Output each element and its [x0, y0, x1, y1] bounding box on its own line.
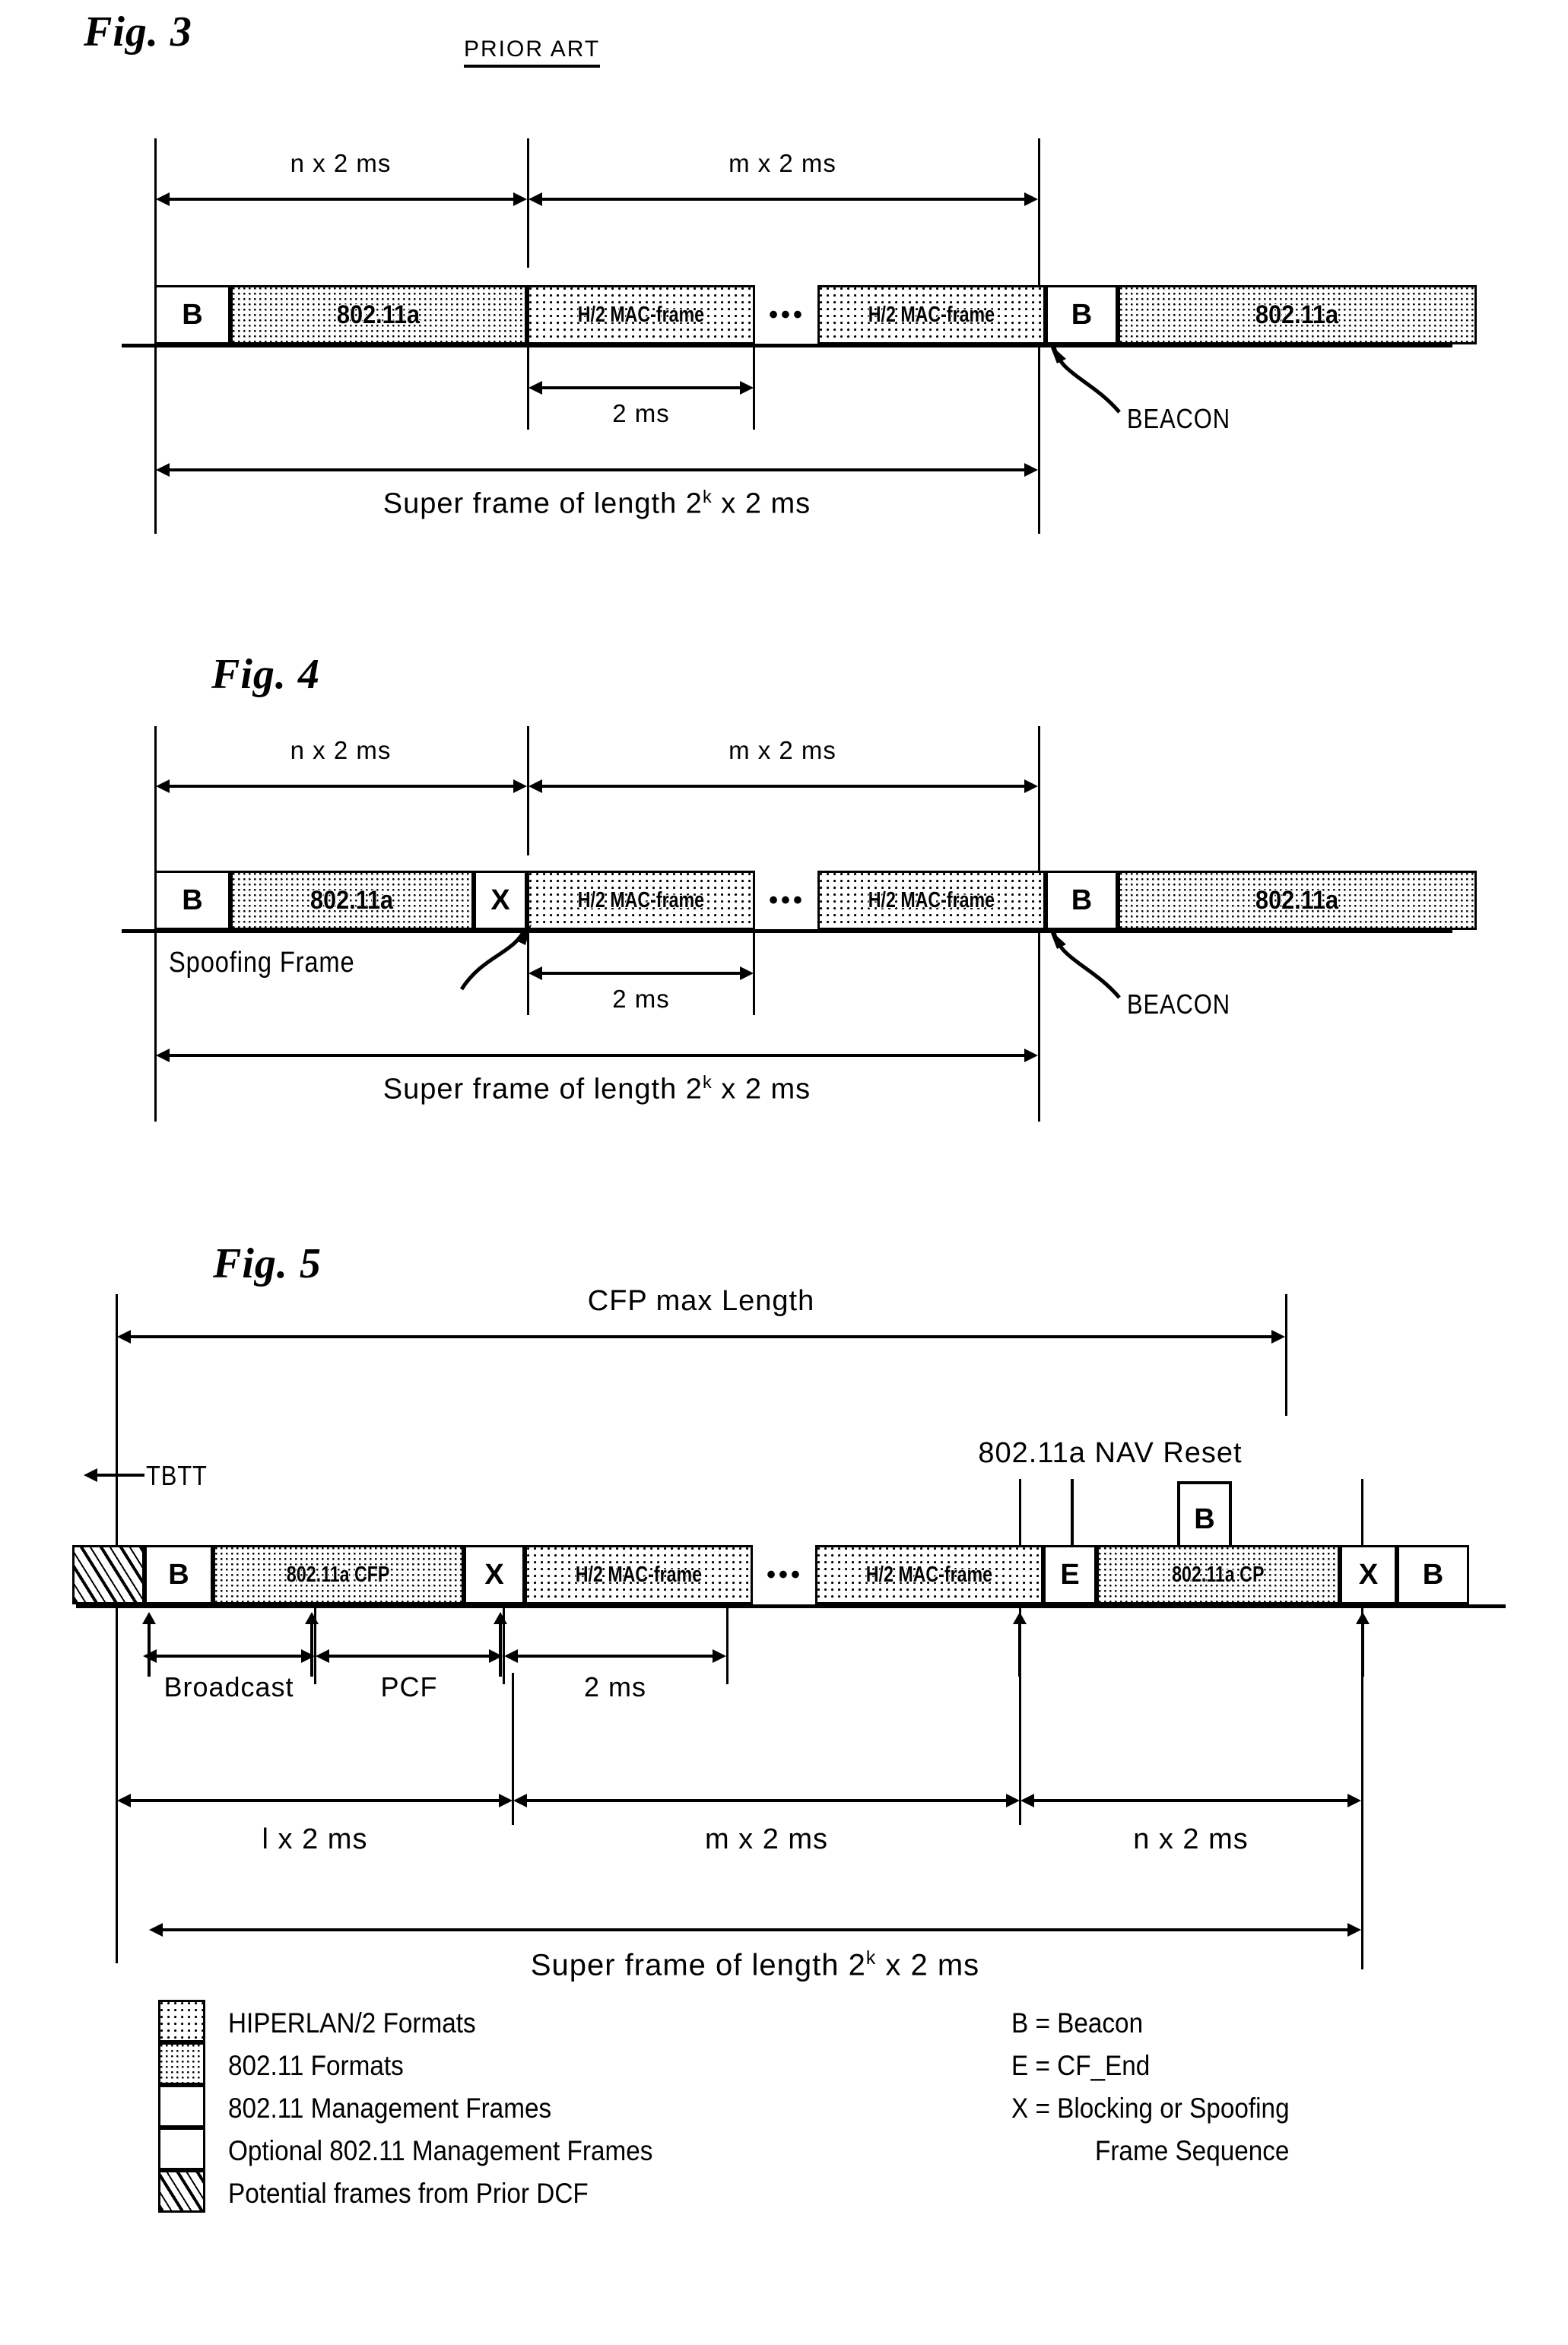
legend-abbrev-beacon: B = Beacon — [1011, 2007, 1144, 2039]
fig5-cfp-label: CFP max Length — [587, 1285, 815, 1317]
legend-label-mgmt-frames: 802.11 Management Frames — [228, 2093, 552, 2124]
fig3-slot-label: 2 ms — [612, 399, 670, 427]
fig4-frame-row: B 802.11a X H/2 MAC-frame ••• H/2 MAC-fr… — [154, 871, 1478, 930]
fig4-superframe-arrow — [156, 1048, 1038, 1063]
legend-swatch-mgmt-frames — [158, 2085, 205, 2128]
fig3-dim-label-n: n x 2 ms — [290, 149, 392, 177]
fig5-title: Fig. 5 — [213, 1240, 322, 1287]
fig5-dim-label-l: l x 2 ms — [262, 1823, 368, 1855]
fig5-guide-slot-end — [726, 1608, 728, 1684]
legend-label-hiperlan2: HIPERLAN/2 Formats — [228, 2007, 476, 2039]
fig3-superframe-label: Super frame of length 2k x 2 ms — [382, 487, 811, 520]
legend-swatch-prior-dcf — [158, 2170, 205, 2213]
fig4-title: Fig. 4 — [211, 651, 320, 698]
fig5-block-prior-dcf[interactable] — [72, 1545, 144, 1604]
fig5-slot-label: 2 ms — [583, 1671, 646, 1702]
fig4-beacon-callout: BEACON — [1127, 988, 1230, 1020]
fig4-block-h2-mac-frame-1[interactable]: H/2 MAC-frame — [527, 871, 755, 930]
fig5-timeline-axis — [76, 1604, 1506, 1608]
fig5-dim-arrow-n — [1020, 1793, 1361, 1808]
fig5-slot-arrow — [504, 1648, 726, 1664]
fig4-superframe-label: Super frame of length 2k x 2 ms — [382, 1072, 811, 1106]
fig5-tick-broadcast-end — [304, 1612, 319, 1677]
legend-label-optional-mgmt-frames: Optional 802.11 Management Frames — [228, 2135, 653, 2166]
legend-swatch-80211-formats — [158, 2042, 205, 2085]
fig4-spoofing-leader-line — [459, 924, 532, 991]
fig3-superframe-arrow — [156, 462, 1038, 478]
fig4-block-h2-mac-frame-2[interactable]: H/2 MAC-frame — [817, 871, 1046, 930]
legend-abbrev-blocking-spoofing: X = Blocking or Spoofing — [1011, 2093, 1290, 2124]
fig4-dim-arrow-n — [156, 779, 527, 794]
fig5-block-80211a-cp[interactable]: 802.11a CP — [1097, 1545, 1340, 1604]
fig4-dim-label-m: m x 2 ms — [728, 736, 836, 764]
legend-label-80211-formats: 802.11 Formats — [228, 2050, 404, 2081]
fig4-slot-label: 2 ms — [612, 985, 670, 1013]
fig3-title: Fig. 3 — [84, 8, 192, 56]
legend-label-prior-dcf: Potential frames from Prior DCF — [228, 2178, 589, 2209]
fig4-block-80211a-1[interactable]: 802.11a — [230, 871, 474, 930]
fig4-spoofing-frame-label: Spoofing Frame — [169, 947, 355, 979]
fig5-guide-n-end — [1361, 1772, 1363, 1969]
fig5-pcf-label: PCF — [380, 1671, 438, 1702]
patent-figure-sheet: Fig. 3 PRIOR ART n x 2 ms m x 2 ms B 802… — [0, 0, 1568, 2345]
fig3-block-80211a-1[interactable]: 802.11a — [230, 285, 527, 344]
fig5-tick-pcf-end — [493, 1612, 508, 1677]
fig5-tick-broadcast-start — [141, 1612, 157, 1677]
fig4-slot-arrow — [528, 966, 754, 981]
fig5-block-h2-mac-frame-2[interactable]: H/2 MAC-frame — [815, 1545, 1043, 1604]
fig3-dim-label-m: m x 2 ms — [728, 149, 836, 177]
fig5-frame-row: B 802.11a CFP X H/2 MAC-frame ••• H/2 MA… — [72, 1545, 1494, 1604]
fig3-dim-arrow-m — [528, 192, 1038, 207]
fig5-block-blocking-x-2[interactable]: X — [1340, 1545, 1397, 1604]
fig3-block-beacon-2[interactable]: B — [1046, 285, 1118, 344]
fig5-cfp-arrow — [117, 1329, 1285, 1344]
fig4-dim-arrow-m — [528, 779, 1038, 794]
fig3-slot-arrow — [528, 380, 754, 395]
fig5-dim-arrow-l — [117, 1793, 513, 1808]
fig5-block-80211a-cfp[interactable]: 802.11a CFP — [213, 1545, 464, 1604]
fig3-block-beacon-1[interactable]: B — [154, 285, 230, 344]
fig3-block-80211a-2[interactable]: 802.11a — [1118, 285, 1477, 344]
fig5-dim-label-m: m x 2 ms — [704, 1823, 829, 1855]
fig5-block-optional-beacon[interactable]: B — [1397, 1545, 1469, 1604]
fig3-block-h2-mac-frame-1[interactable]: H/2 MAC-frame — [527, 285, 755, 344]
fig3-frame-row: B 802.11a H/2 MAC-frame ••• H/2 MAC-fram… — [154, 285, 1478, 344]
legend-swatch-hiperlan2 — [158, 2000, 205, 2042]
fig5-tick-x2-start — [1355, 1612, 1370, 1677]
fig3-ellipsis: ••• — [769, 300, 805, 329]
fig5-block-blocking-x-1[interactable]: X — [464, 1545, 525, 1604]
fig5-guide-left — [116, 1416, 118, 1963]
legend-abbrev-frame-sequence: Frame Sequence — [1095, 2135, 1290, 2166]
fig5-superframe-arrow — [149, 1922, 1361, 1937]
fig5-block-h2-mac-frame-1[interactable]: H/2 MAC-frame — [525, 1545, 753, 1604]
fig3-beacon-callout: BEACON — [1127, 403, 1230, 434]
fig5-tick-e-start — [1012, 1612, 1027, 1677]
fig5-pcf-arrow — [316, 1648, 503, 1664]
fig5-broadcast-label: Broadcast — [163, 1671, 294, 1702]
fig5-superframe-label: Super frame of length 2k x 2 ms — [530, 1948, 980, 1982]
fig4-dim-label-n: n x 2 ms — [290, 736, 392, 764]
fig5-tbtt-label: TBTT — [146, 1460, 208, 1491]
fig4-block-spoofing-x[interactable]: X — [474, 871, 527, 930]
fig4-ellipsis: ••• — [769, 885, 805, 915]
fig5-block-beacon-1[interactable]: B — [144, 1545, 213, 1604]
fig3-prior-art-note: PRIOR ART — [464, 36, 601, 68]
fig3-dim-arrow-n — [156, 192, 527, 207]
fig3-block-h2-mac-frame-2[interactable]: H/2 MAC-frame — [817, 285, 1046, 344]
fig5-ellipsis: ••• — [767, 1560, 803, 1589]
legend-abbrev-cf-end: E = CF_End — [1011, 2050, 1151, 2081]
fig5-block-cf-end-e[interactable]: E — [1043, 1545, 1097, 1604]
fig5-nav-reset-label: 802.11a NAV Reset — [978, 1437, 1243, 1469]
fig4-block-beacon-2[interactable]: B — [1046, 871, 1118, 930]
fig5-dim-arrow-m — [513, 1793, 1020, 1808]
fig5-tbtt-arrow — [84, 1468, 144, 1483]
fig4-block-80211a-2[interactable]: 802.11a — [1118, 871, 1477, 930]
legend-swatch-optional-mgmt-frames — [158, 2128, 205, 2170]
fig5-broadcast-arrow — [143, 1648, 315, 1664]
fig4-block-beacon-1[interactable]: B — [154, 871, 230, 930]
fig5-dim-label-n: n x 2 ms — [1133, 1823, 1249, 1855]
